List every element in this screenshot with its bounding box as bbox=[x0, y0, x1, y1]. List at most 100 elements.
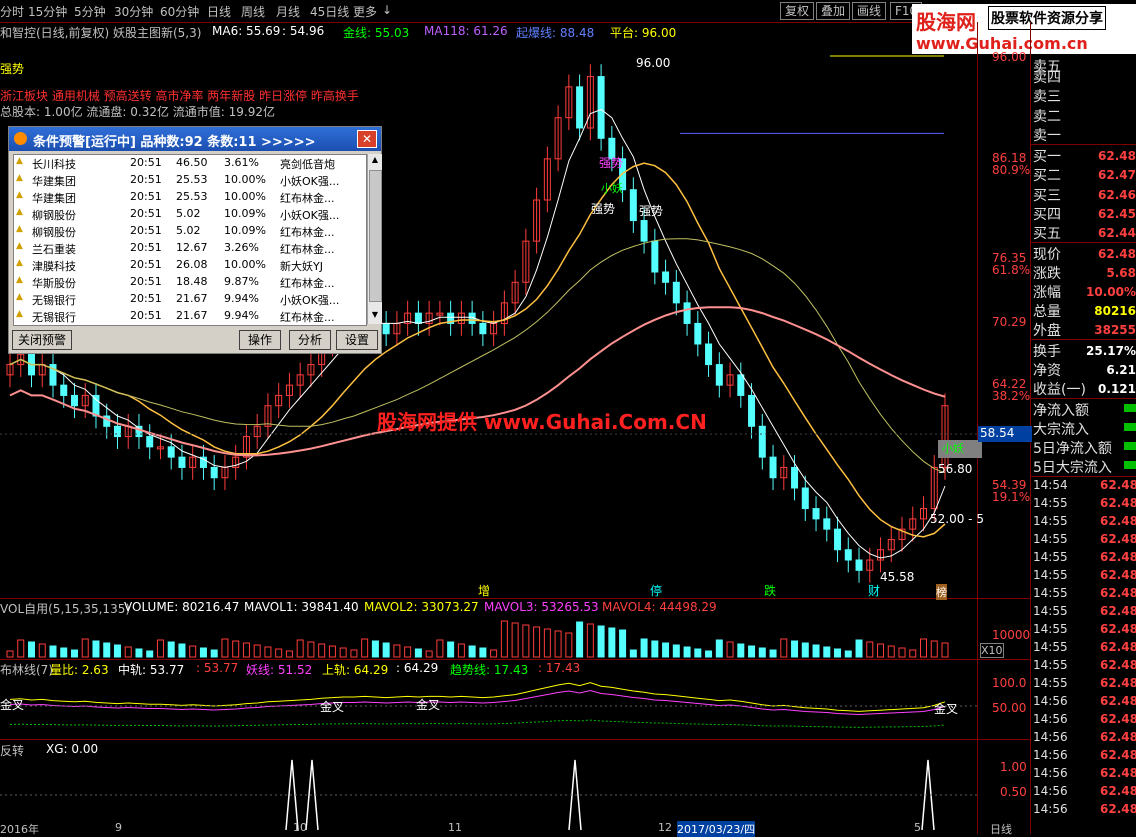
alert-window[interactable]: 条件预警[运行中] 品种数:92 条数:11 >>>>> ✕ ▲ 长川科技 20:5… bbox=[8, 126, 382, 354]
alert-time: 20:51 bbox=[130, 292, 162, 305]
volume-bar bbox=[49, 645, 57, 658]
volume-bar bbox=[812, 644, 820, 658]
volume-bar bbox=[103, 642, 111, 658]
candle-body bbox=[715, 364, 723, 386]
alert-row[interactable]: ▲ 华建集团 20:51 25.53 10.00% 小妖OK强... bbox=[14, 172, 366, 189]
alert-price: 21.67 bbox=[176, 292, 208, 305]
volume-bar bbox=[253, 644, 261, 658]
volume-bar bbox=[597, 625, 605, 658]
volume-bar bbox=[38, 643, 46, 658]
tick-price: 62.48 bbox=[1100, 622, 1136, 636]
scroll-up-icon[interactable]: ▲ bbox=[369, 155, 381, 167]
volume-bar bbox=[565, 632, 573, 658]
volume-bar bbox=[189, 645, 197, 658]
volume-bar bbox=[124, 646, 132, 658]
alert-row[interactable]: ▲ 华建集团 20:51 25.53 10.00% 红布林金... bbox=[14, 189, 366, 206]
tick-time: 14:56 bbox=[1033, 730, 1068, 744]
boll-upper2: : 64.29 bbox=[396, 661, 439, 675]
alert-stock-name: 华斯股份 bbox=[32, 277, 76, 290]
alert-time: 20:51 bbox=[130, 258, 162, 271]
alert-row[interactable]: ▲ 无锡银行 20:51 21.67 9.94% 小妖OK强... bbox=[14, 291, 366, 308]
tick-price: 62.48 bbox=[1100, 766, 1136, 780]
candle-body bbox=[844, 549, 852, 561]
date-axis-1: 9 bbox=[115, 821, 122, 834]
alert-pct: 10.09% bbox=[224, 224, 266, 237]
volume-bar bbox=[436, 639, 444, 658]
trough-label: 45.58 bbox=[880, 570, 915, 584]
alert-time: 20:51 bbox=[130, 224, 162, 237]
arrow-up-icon: ▲ bbox=[16, 309, 23, 319]
xg-value: XG: 0.00 bbox=[46, 742, 99, 756]
flow-block-bar bbox=[1124, 423, 1136, 431]
alert-titlebar[interactable]: 条件预警[运行中] 品种数:92 条数:11 >>>>> ✕ bbox=[9, 127, 381, 151]
flow-5d-net-label: 5日净流入额 bbox=[1033, 441, 1112, 457]
volume-bar bbox=[694, 648, 702, 658]
alert-stock-name: 无锡银行 bbox=[32, 294, 76, 307]
volume-bar bbox=[178, 643, 186, 658]
alert-row[interactable]: ▲ 无锡银行 20:51 21.67 9.94% 红布林金... bbox=[14, 308, 366, 325]
alert-stock-name: 柳钢股份 bbox=[32, 226, 76, 239]
stat-netasset-value: 6.21 bbox=[1106, 363, 1136, 377]
event-ting: 停 bbox=[650, 584, 663, 598]
bid-4-label: 买四 bbox=[1033, 207, 1061, 223]
volume-bar bbox=[887, 645, 895, 658]
scroll-thumb[interactable] bbox=[369, 170, 382, 302]
tick-price: 62.48 bbox=[1100, 802, 1136, 816]
alert-time: 20:51 bbox=[130, 190, 162, 203]
arrow-up-icon: ▲ bbox=[16, 241, 23, 251]
price-axis-2-pct: 61.8% bbox=[992, 263, 1031, 277]
candle-body bbox=[60, 384, 68, 396]
tick-time: 14:55 bbox=[1033, 496, 1068, 510]
alert-scrollbar[interactable]: ▲ ▼ bbox=[367, 154, 382, 324]
settings-button[interactable]: 设置 bbox=[336, 330, 378, 350]
tick-time: 14:55 bbox=[1033, 568, 1068, 582]
alert-stock-name: 兰石重装 bbox=[32, 243, 76, 256]
alert-price: 25.53 bbox=[176, 173, 208, 186]
stat-pct-value: 10.00% bbox=[1086, 285, 1136, 299]
price-axis-0: 96.00 bbox=[992, 50, 1027, 64]
footer-period[interactable]: 日线 bbox=[990, 821, 1012, 837]
cross-label-4: 金叉 bbox=[934, 702, 959, 716]
candle-body bbox=[758, 425, 766, 458]
bid-1-price: 62.48 bbox=[1098, 149, 1136, 163]
boll-trend-line bbox=[9, 719, 946, 728]
date-axis-cursor: 2017/03/23/四 bbox=[677, 821, 756, 837]
volume-bar bbox=[640, 638, 648, 658]
tick-time: 14:56 bbox=[1033, 712, 1068, 726]
scroll-down-icon[interactable]: ▼ bbox=[369, 310, 381, 322]
event-cai: 财 bbox=[868, 584, 881, 598]
candle-body bbox=[382, 322, 390, 335]
alert-time: 20:51 bbox=[130, 156, 162, 169]
analyze-button[interactable]: 分析 bbox=[289, 330, 331, 350]
tick-price: 62.48 bbox=[1100, 532, 1136, 546]
stat-eps-value: 0.121 bbox=[1098, 382, 1136, 396]
alert-row[interactable]: ▲ 津膜科技 20:51 26.08 10.00% 新大妖YJ bbox=[14, 257, 366, 274]
alert-row[interactable]: ▲ 兰石重装 20:51 12.67 3.26% 红布林金... bbox=[14, 240, 366, 257]
alert-row[interactable]: ▲ 长川科技 20:51 46.50 3.61% 亮剑低音炮 bbox=[14, 155, 366, 172]
candle-body bbox=[812, 508, 820, 520]
close-icon[interactable]: ✕ bbox=[357, 130, 377, 148]
alert-list[interactable]: ▲ 长川科技 20:51 46.50 3.61% 亮剑低音炮 ▲ 华建集团 20:51 25.53… bbox=[13, 154, 367, 326]
alert-row[interactable]: ▲ 柳钢股份 20:51 5.02 10.09% 小妖OK强... bbox=[14, 206, 366, 223]
alert-signal: 红布林金... bbox=[280, 311, 335, 324]
alert-pct: 9.94% bbox=[224, 292, 259, 305]
tick-price: 62.48 bbox=[1100, 730, 1136, 744]
operate-button[interactable]: 操作 bbox=[239, 330, 281, 350]
cross-label-1: 金叉 bbox=[0, 698, 25, 712]
volume-bar bbox=[318, 643, 326, 658]
alert-row[interactable]: ▲ 柳钢股份 20:51 5.02 10.09% 红布林金... bbox=[14, 223, 366, 240]
stat-netasset-label: 净资 bbox=[1033, 363, 1061, 379]
alert-signal: 新大妖YJ bbox=[280, 260, 323, 273]
tick-price: 62.48 bbox=[1100, 514, 1136, 528]
alert-row[interactable]: ▲ 华斯股份 20:51 18.48 9.87% 红布林金... bbox=[14, 274, 366, 291]
strong-label-2: 强势 bbox=[591, 202, 616, 216]
alert-app-icon bbox=[14, 132, 27, 145]
volume-bar bbox=[17, 639, 25, 658]
boll-axis-1: 100.0 bbox=[992, 676, 1027, 690]
arrow-up-icon: ▲ bbox=[16, 173, 23, 183]
flow-net-bar bbox=[1124, 404, 1136, 412]
small-demon-badge: 小妖 bbox=[938, 440, 982, 458]
close-alert-button[interactable]: 关闭预警 bbox=[12, 330, 72, 350]
alert-stock-name: 华建集团 bbox=[32, 192, 76, 205]
stat-current-value: 62.48 bbox=[1098, 247, 1136, 261]
